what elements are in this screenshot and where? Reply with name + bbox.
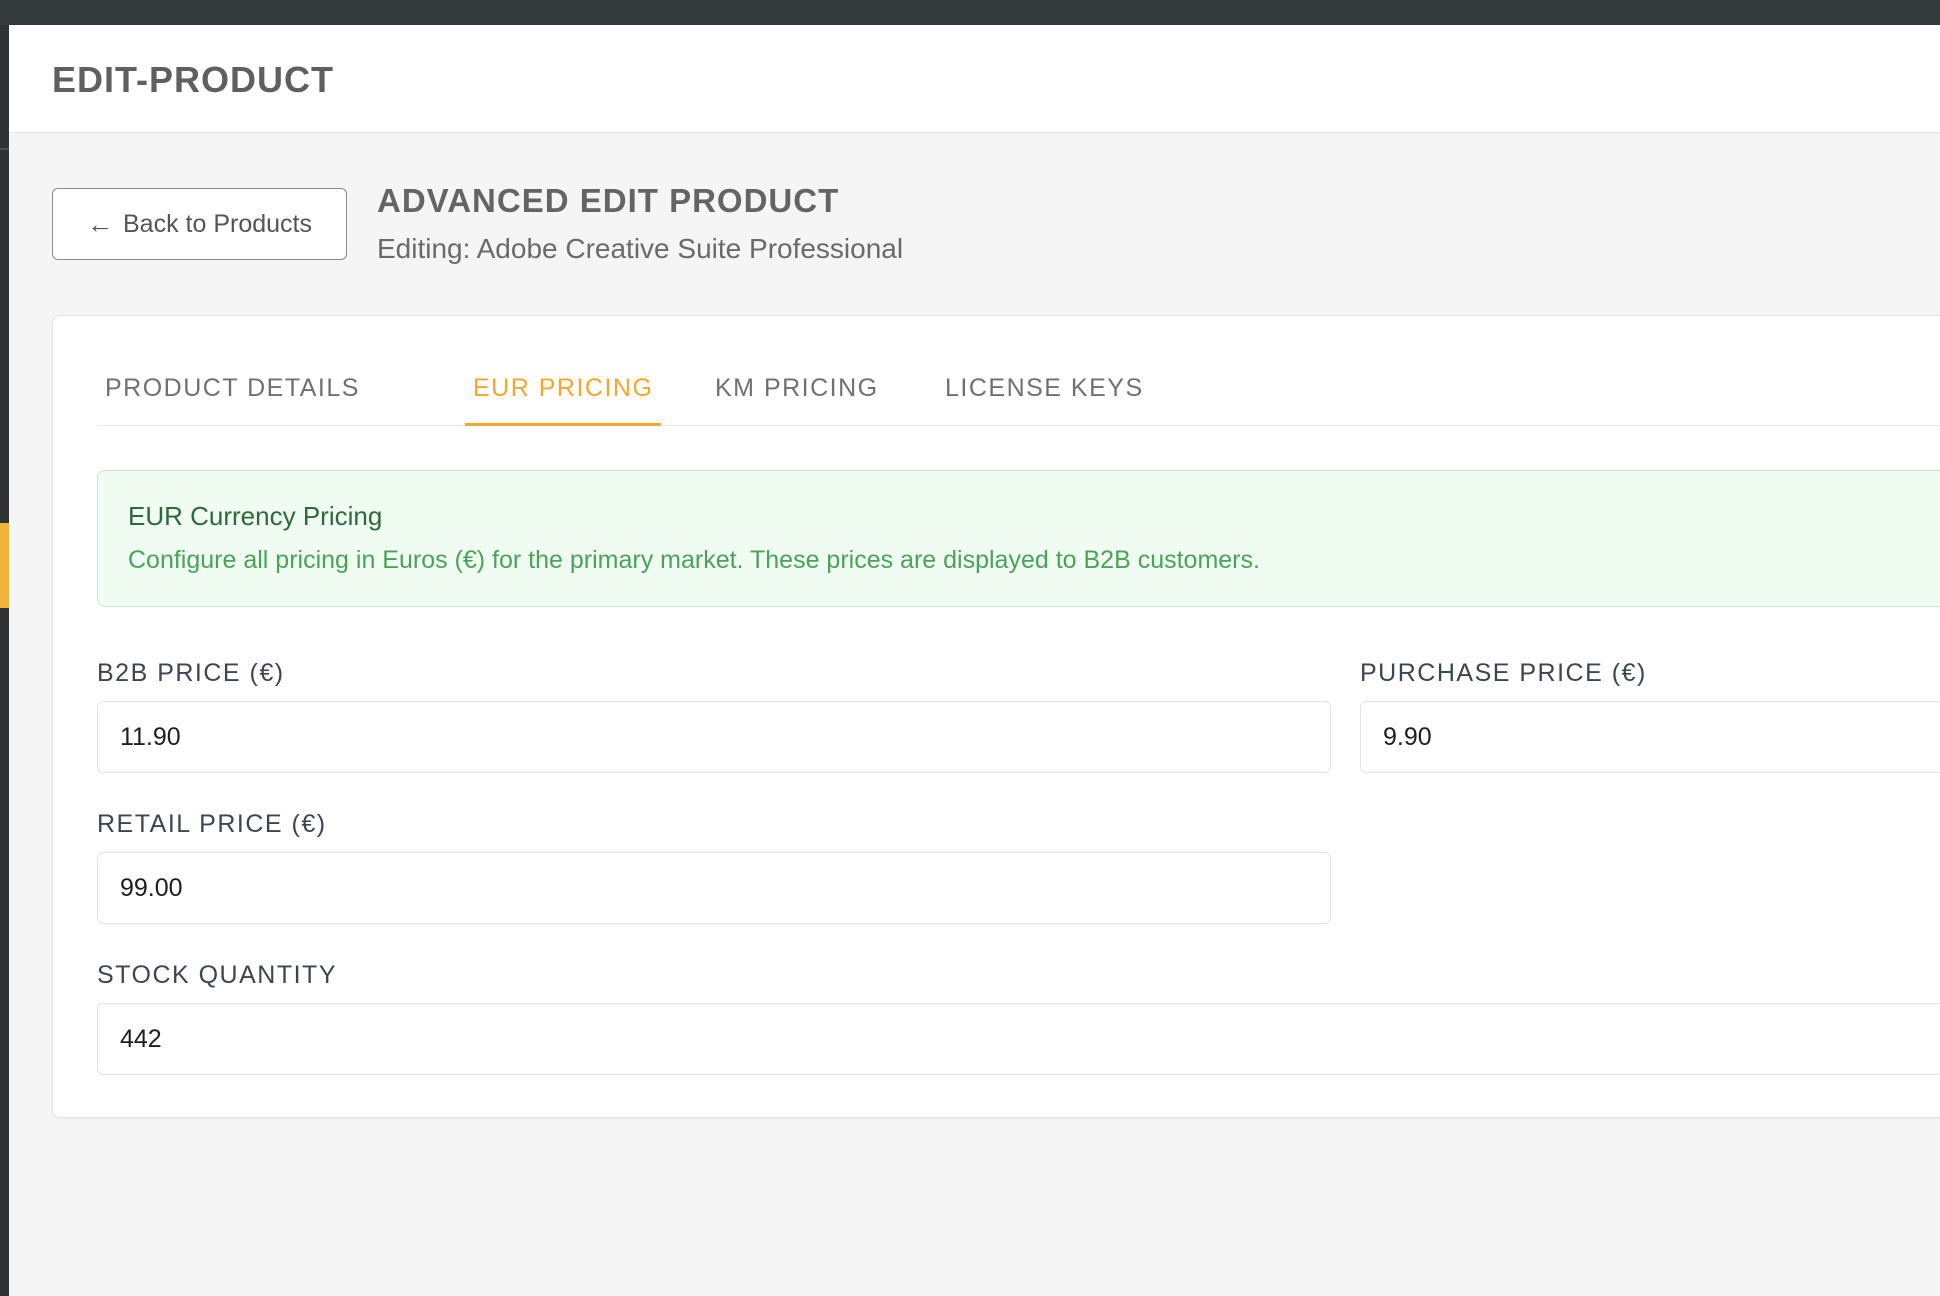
b2b-price-input[interactable] bbox=[97, 701, 1331, 773]
purchase-price-label: PURCHASE PRICE (€) bbox=[1360, 659, 1647, 687]
edit-card: PRODUCT DETAILS EUR PRICING KM PRICING L… bbox=[52, 315, 1940, 1118]
arrow-left-icon: ← bbox=[87, 208, 113, 239]
page-title: EDIT-PRODUCT bbox=[52, 59, 334, 100]
top-bar bbox=[0, 0, 1940, 25]
eur-pricing-info-box: EUR Currency Pricing Configure all prici… bbox=[97, 470, 1940, 607]
tab-bar: PRODUCT DETAILS EUR PRICING KM PRICING L… bbox=[97, 316, 1940, 426]
stock-quantity-input[interactable] bbox=[97, 1003, 1940, 1075]
editing-subheading: Editing: Adobe Creative Suite Profession… bbox=[377, 233, 904, 264]
left-sidebar-edge bbox=[0, 25, 9, 1296]
sidebar-divider bbox=[0, 148, 9, 150]
page-header: EDIT-PRODUCT bbox=[9, 25, 1940, 133]
sidebar-active-indicator bbox=[0, 523, 9, 608]
tab-km-pricing[interactable]: KM PRICING bbox=[707, 374, 887, 426]
stock-quantity-label: STOCK QUANTITY bbox=[97, 961, 338, 989]
info-box-text: Configure all pricing in Euros (€) for t… bbox=[128, 546, 1260, 574]
tab-product-details[interactable]: PRODUCT DETAILS bbox=[97, 374, 368, 426]
back-to-products-button[interactable]: ← Back to Products bbox=[52, 188, 347, 260]
tab-license-keys[interactable]: LICENSE KEYS bbox=[937, 374, 1152, 426]
info-box-title: EUR Currency Pricing bbox=[128, 501, 383, 531]
tab-eur-pricing[interactable]: EUR PRICING bbox=[465, 374, 662, 426]
section-heading: ADVANCED EDIT PRODUCT bbox=[377, 182, 840, 219]
retail-price-input[interactable] bbox=[97, 852, 1331, 924]
back-button-label: Back to Products bbox=[123, 209, 312, 238]
b2b-price-label: B2B PRICE (€) bbox=[97, 659, 285, 687]
retail-price-label: RETAIL PRICE (€) bbox=[97, 810, 327, 838]
purchase-price-input[interactable] bbox=[1360, 701, 1940, 773]
